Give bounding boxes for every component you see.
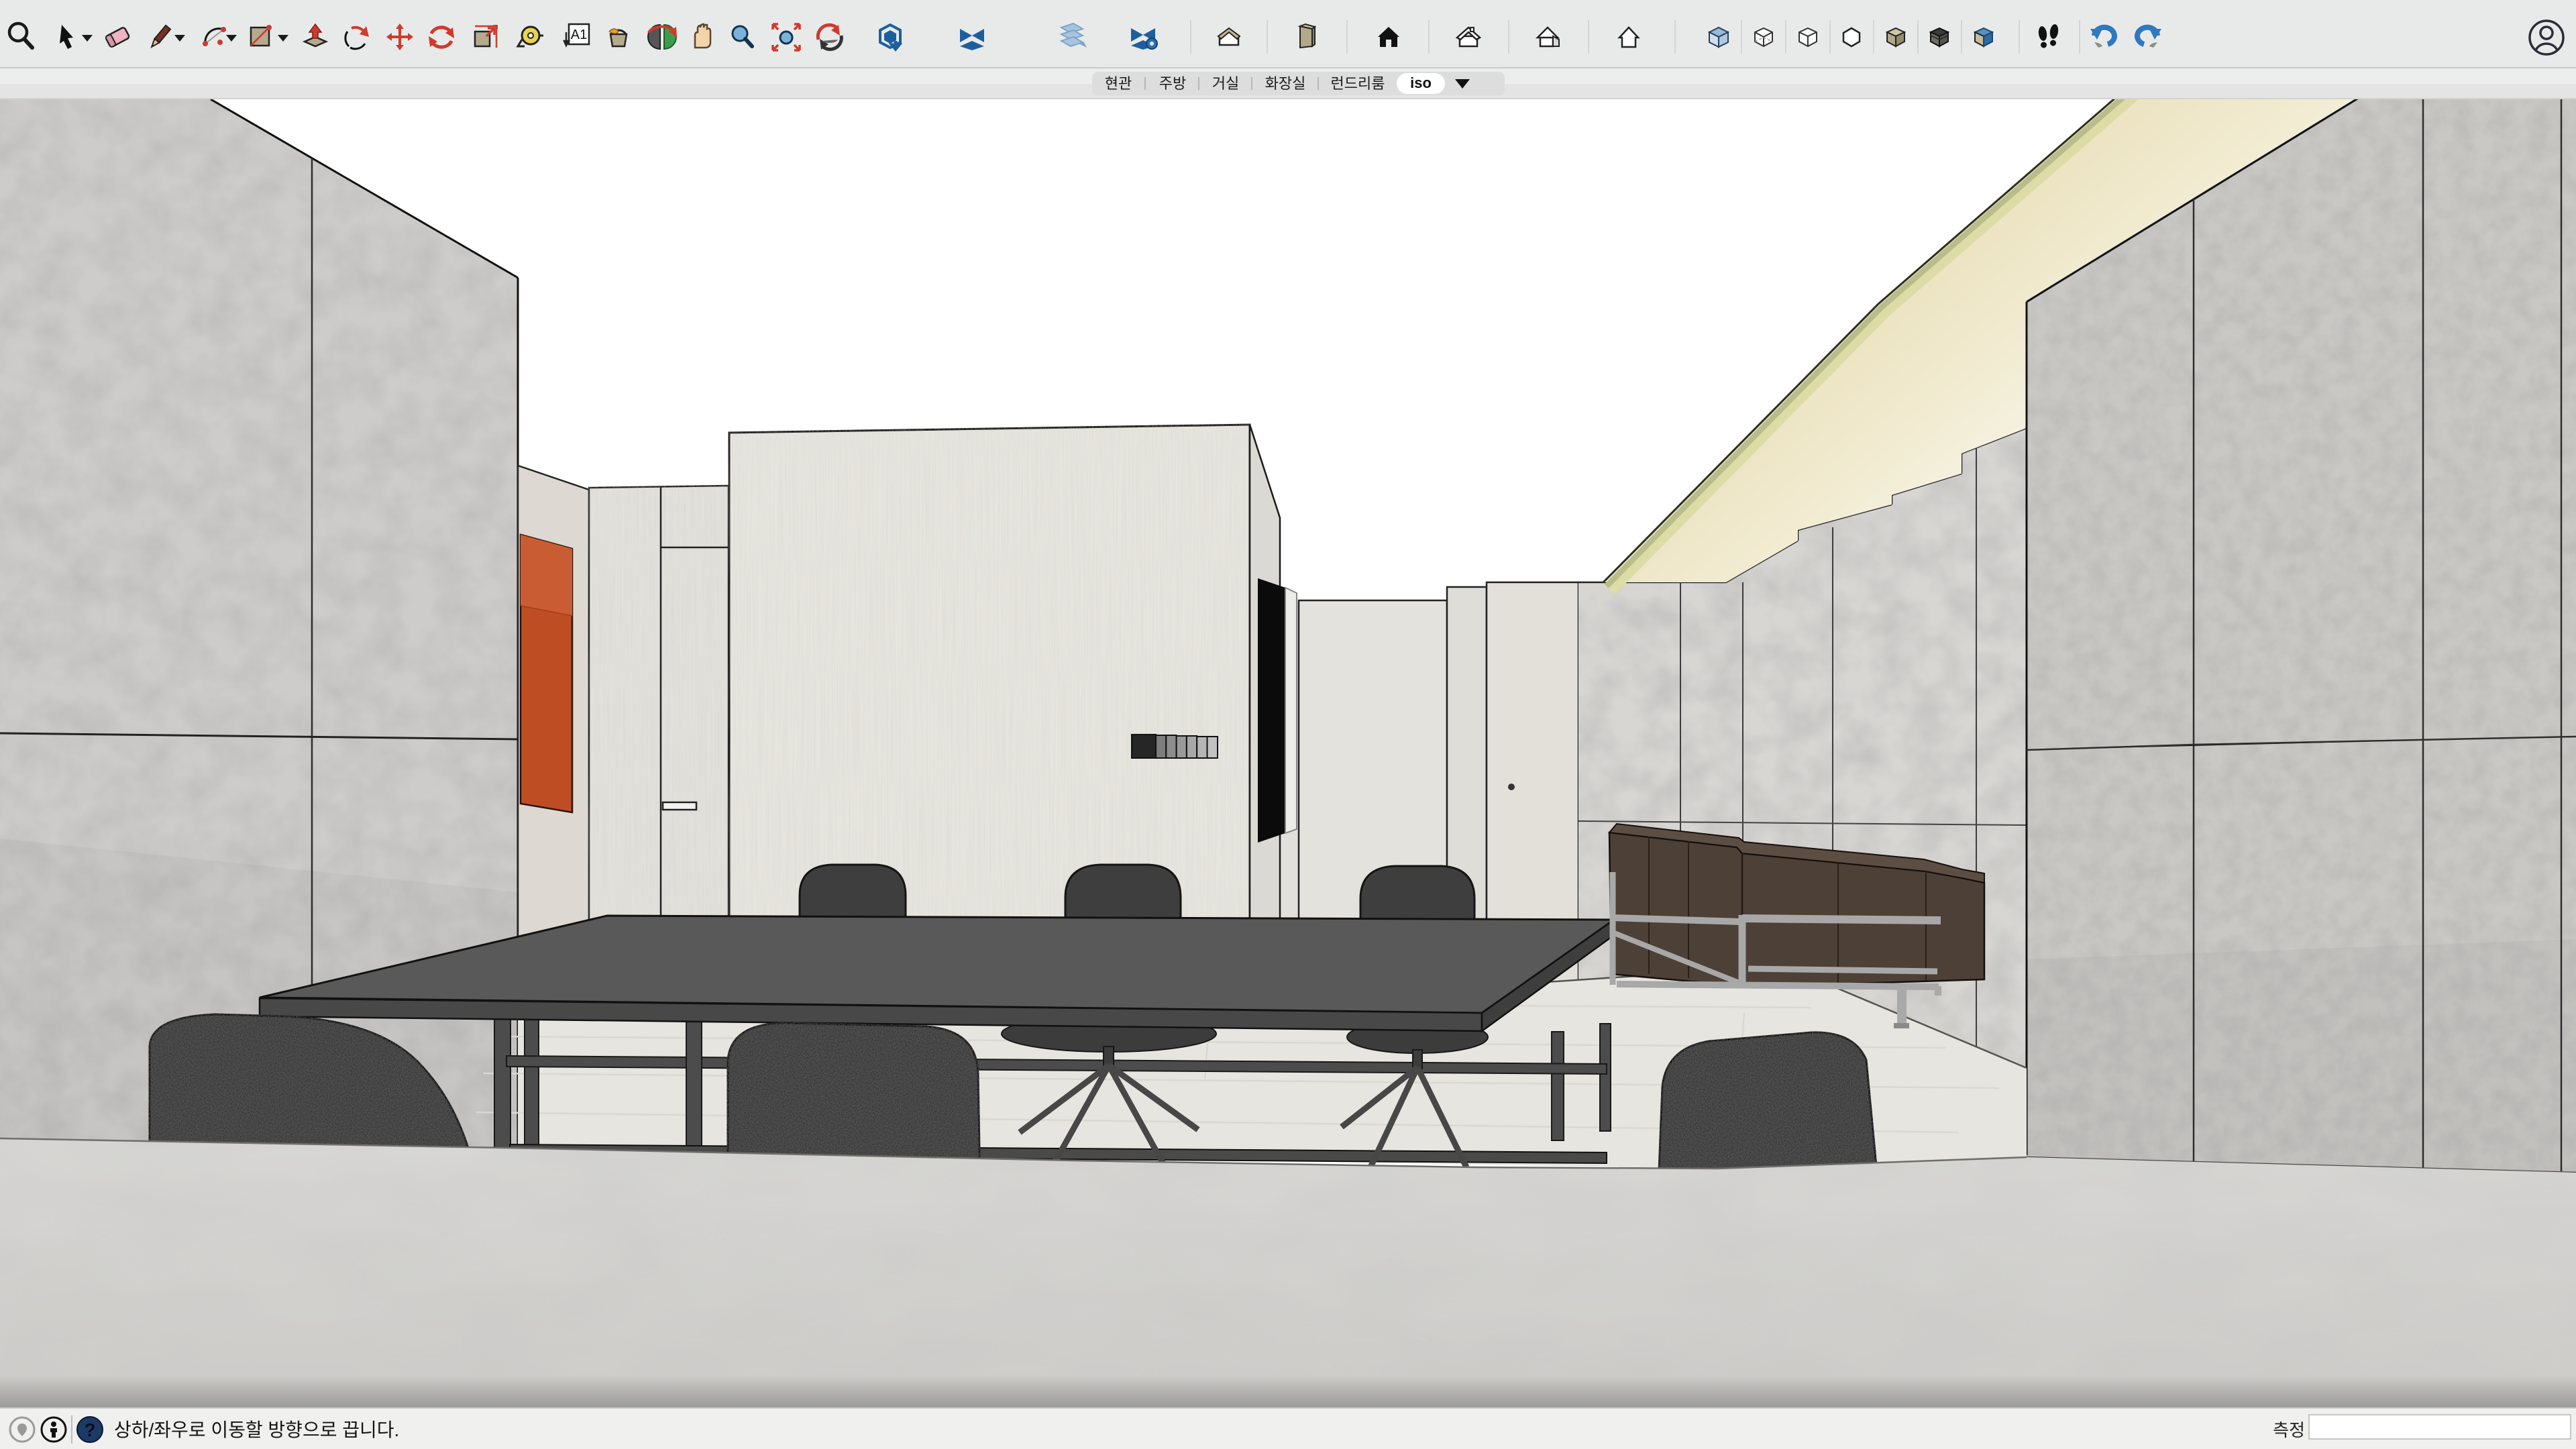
svg-text:A1: A1 [571,28,587,42]
svg-text:?: ? [84,1419,95,1440]
